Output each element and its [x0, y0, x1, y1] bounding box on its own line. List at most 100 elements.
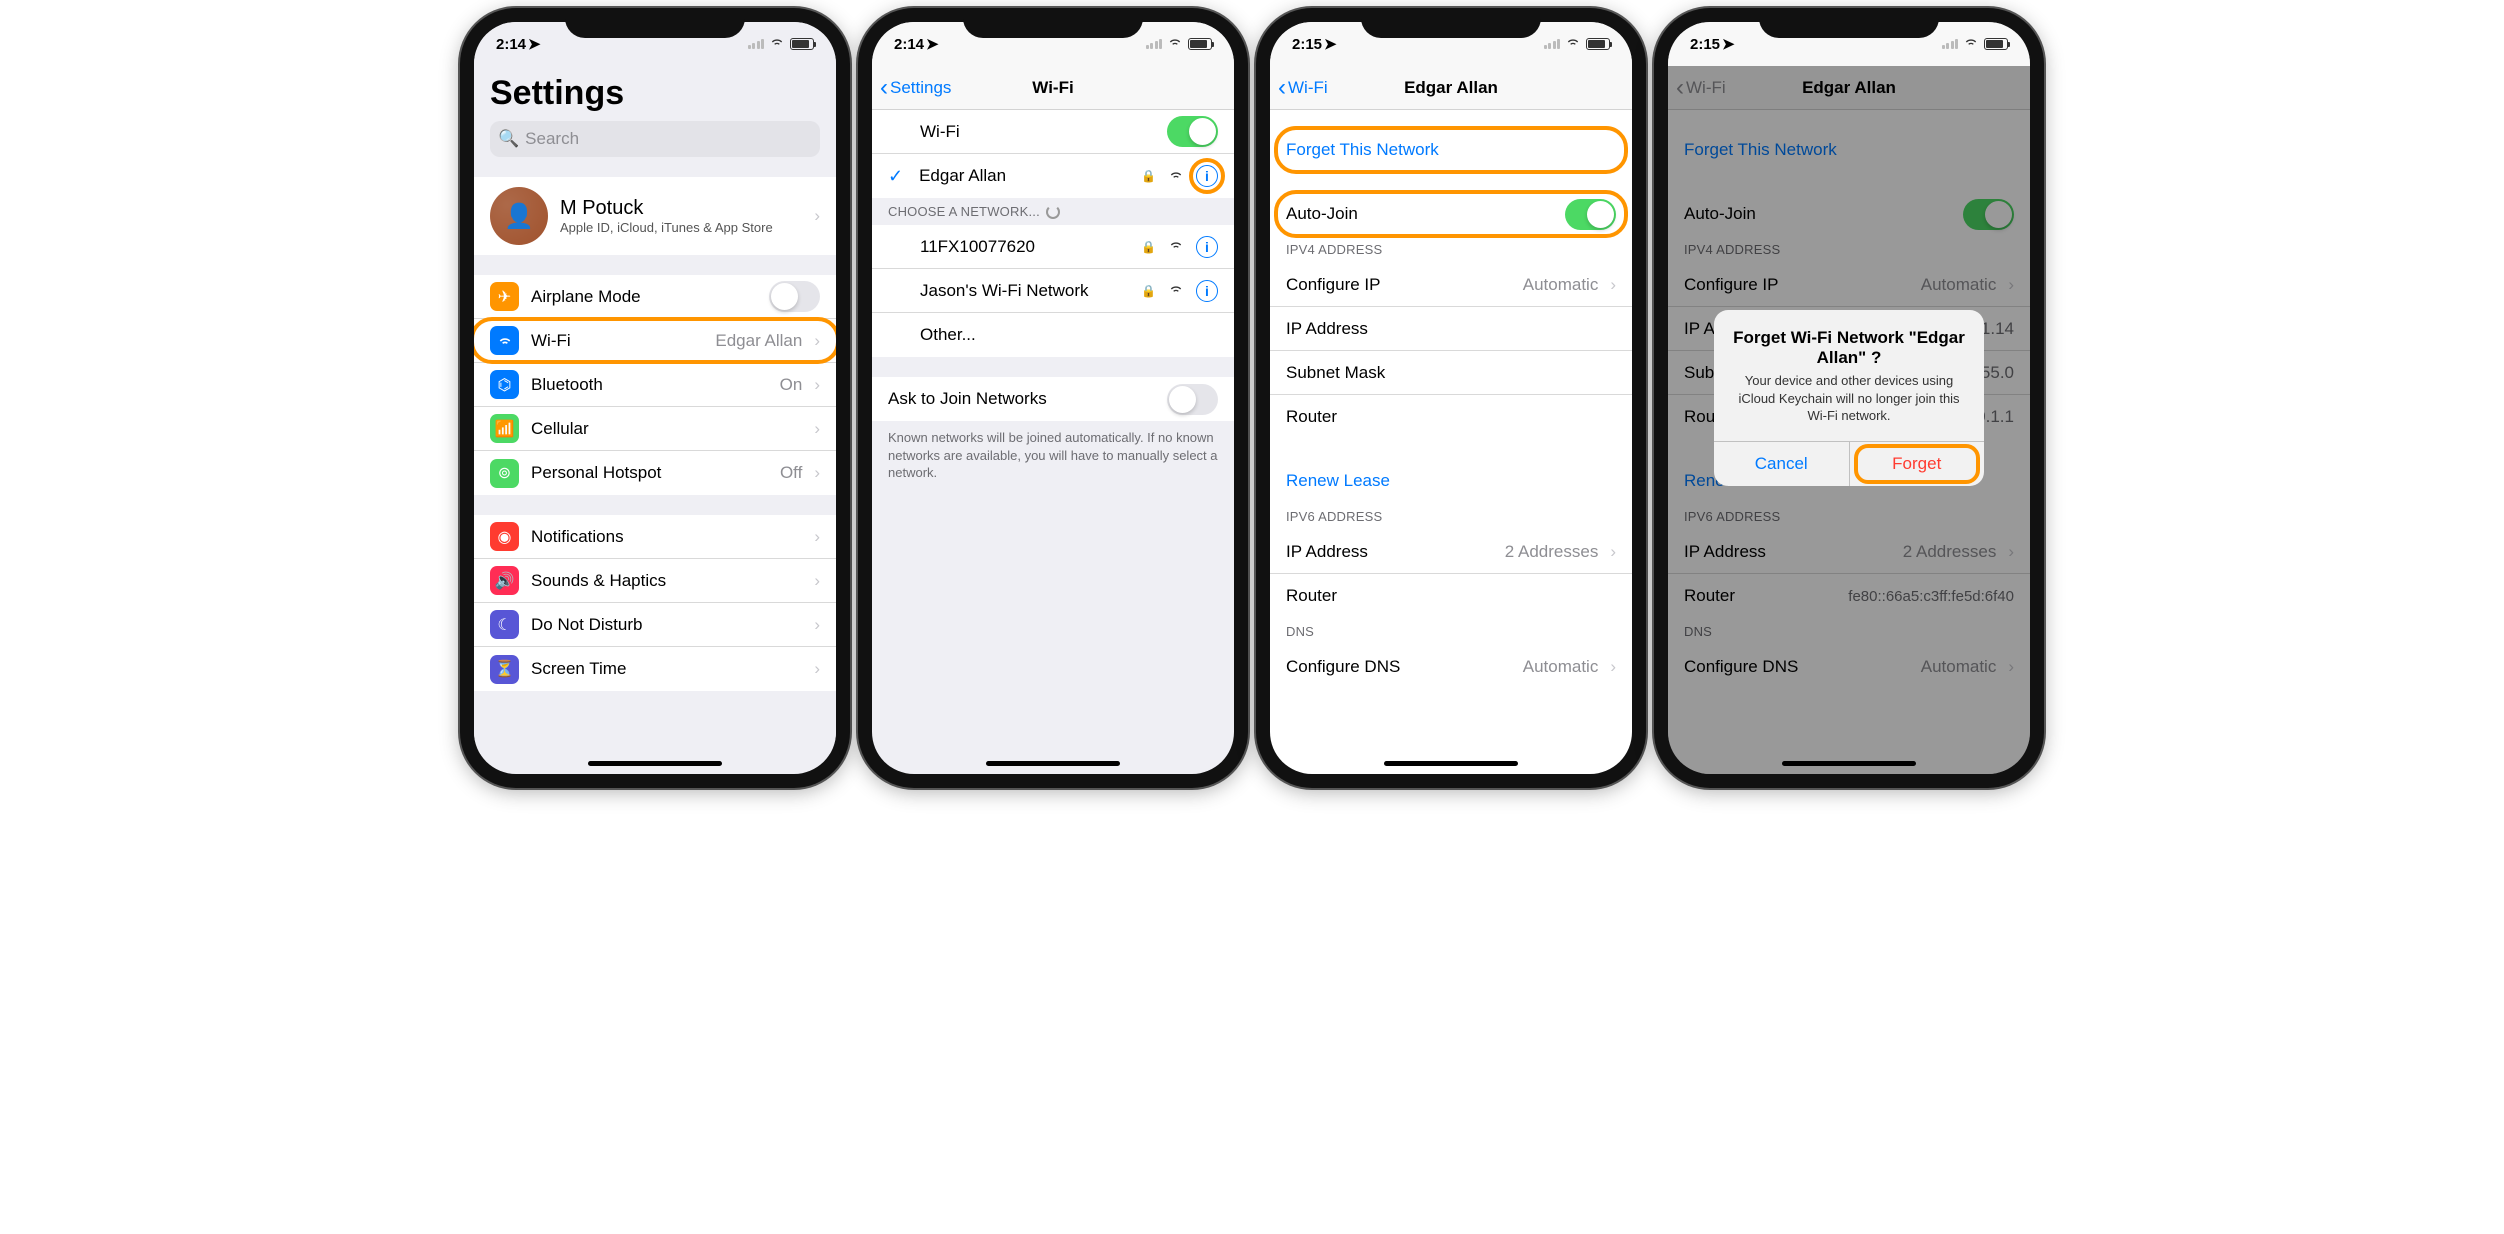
search-icon: 🔍	[498, 129, 519, 149]
cancel-button[interactable]: Cancel	[1714, 442, 1849, 486]
configure-dns-row[interactable]: Configure DNS Automatic ›	[1270, 645, 1632, 689]
chevron-right-icon: ›	[814, 571, 820, 591]
ask-switch[interactable]	[1167, 384, 1218, 415]
cellular-signal-icon	[1146, 39, 1163, 49]
airplane-icon: ✈︎	[490, 282, 519, 311]
notifications-icon: ◉	[490, 522, 519, 551]
wifi-strength-icon	[1168, 281, 1184, 300]
battery-icon	[1984, 38, 2008, 50]
chevron-right-icon: ›	[1610, 542, 1616, 562]
status-time: 2:15	[1292, 36, 1322, 53]
wifi-icon	[769, 34, 785, 54]
wifi-strength-icon	[1168, 237, 1184, 256]
info-button[interactable]: i	[1196, 236, 1218, 258]
chevron-right-icon: ›	[814, 206, 820, 226]
nav-title: Edgar Allan	[1404, 78, 1498, 98]
moon-icon: ☾	[490, 610, 519, 639]
ipv4-header: IPV4 ADDRESS	[1270, 236, 1632, 263]
home-indicator[interactable]	[1384, 761, 1518, 766]
profile-name: M Potuck	[560, 197, 802, 220]
alert-title: Forget Wi-Fi Network "Edgar Allan" ?	[1730, 328, 1968, 368]
home-indicator[interactable]	[1782, 761, 1916, 766]
wifi-icon	[490, 326, 519, 355]
ipv6-ip-row[interactable]: IP Address 2 Addresses ›	[1270, 530, 1632, 574]
cellular-signal-icon	[1544, 39, 1561, 49]
back-button[interactable]: ‹Wi-Fi	[1278, 76, 1328, 100]
alert-backdrop[interactable]: Forget Wi-Fi Network "Edgar Allan" ? You…	[1668, 22, 2030, 774]
battery-icon	[1586, 38, 1610, 50]
home-indicator[interactable]	[986, 761, 1120, 766]
chevron-left-icon: ‹	[880, 76, 888, 100]
page-title: Settings	[474, 66, 836, 121]
battery-icon	[1188, 38, 1212, 50]
sounds-row[interactable]: 🔊 Sounds & Haptics ›	[474, 559, 836, 603]
forget-alert: Forget Wi-Fi Network "Edgar Allan" ? You…	[1714, 310, 1984, 486]
ip-address-row: IP Address	[1270, 307, 1632, 351]
wifi-switch[interactable]	[1167, 116, 1218, 147]
connected-network-row[interactable]: ✓ Edgar Allan 🔒 i	[872, 154, 1234, 198]
search-input[interactable]: 🔍 Search	[490, 121, 820, 157]
dns-header: DNS	[1270, 618, 1632, 645]
wifi-icon	[1963, 34, 1979, 54]
wifi-toggle-row[interactable]: Wi-Fi	[872, 110, 1234, 154]
back-button[interactable]: ‹Settings	[880, 76, 951, 100]
cellular-icon: 📶	[490, 414, 519, 443]
airplane-mode-row[interactable]: ✈︎ Airplane Mode	[474, 275, 836, 319]
wifi-row[interactable]: Wi-Fi Edgar Allan ›	[474, 319, 836, 363]
network-row[interactable]: Jason's Wi-Fi Network 🔒 i	[872, 269, 1234, 313]
bluetooth-row[interactable]: ⌬ Bluetooth On ›	[474, 363, 836, 407]
profile-sub: Apple ID, iCloud, iTunes & App Store	[560, 220, 802, 235]
status-time: 2:14	[894, 36, 924, 53]
apple-id-row[interactable]: 👤 M Potuck Apple ID, iCloud, iTunes & Ap…	[474, 177, 836, 255]
ipv6-header: IPV6 ADDRESS	[1270, 503, 1632, 530]
airplane-switch[interactable]	[769, 281, 820, 312]
other-network-row[interactable]: Other...	[872, 313, 1234, 357]
chevron-left-icon: ‹	[1278, 76, 1286, 100]
ask-to-join-row[interactable]: Ask to Join Networks	[872, 377, 1234, 421]
network-row[interactable]: 11FX10077620 🔒 i	[872, 225, 1234, 269]
chevron-right-icon: ›	[1610, 657, 1616, 677]
chevron-right-icon: ›	[814, 375, 820, 395]
dnd-row[interactable]: ☾ Do Not Disturb ›	[474, 603, 836, 647]
avatar: 👤	[490, 187, 548, 245]
location-icon: ➤	[528, 35, 541, 53]
hotspot-row[interactable]: ⊚ Personal Hotspot Off ›	[474, 451, 836, 495]
chevron-right-icon: ›	[814, 419, 820, 439]
screentime-row[interactable]: ⏳ Screen Time ›	[474, 647, 836, 691]
forget-network-row[interactable]: Forget This Network	[1270, 128, 1632, 172]
hotspot-icon: ⊚	[490, 459, 519, 488]
hourglass-icon: ⏳	[490, 655, 519, 684]
chevron-right-icon: ›	[814, 463, 820, 483]
nav-bar: ‹Wi-Fi Edgar Allan	[1270, 66, 1632, 110]
lock-icon: 🔒	[1141, 240, 1156, 254]
info-button[interactable]: i	[1196, 280, 1218, 302]
wifi-value: Edgar Allan	[715, 331, 802, 351]
battery-icon	[790, 38, 814, 50]
autojoin-switch[interactable]	[1565, 199, 1616, 230]
cellular-signal-icon	[1942, 39, 1959, 49]
chevron-right-icon: ›	[814, 659, 820, 679]
renew-lease-row[interactable]: Renew Lease	[1270, 459, 1632, 503]
forget-button[interactable]: Forget	[1849, 442, 1985, 486]
bluetooth-icon: ⌬	[490, 370, 519, 399]
chevron-right-icon: ›	[814, 527, 820, 547]
configure-ip-row[interactable]: Configure IP Automatic ›	[1270, 263, 1632, 307]
wifi-icon	[1167, 34, 1183, 54]
home-indicator[interactable]	[588, 761, 722, 766]
search-placeholder: Search	[525, 129, 579, 149]
wifi-strength-icon	[1168, 167, 1184, 186]
cellular-row[interactable]: 📶 Cellular ›	[474, 407, 836, 451]
ipv6-router-row: Router	[1270, 574, 1632, 618]
notifications-row[interactable]: ◉ Notifications ›	[474, 515, 836, 559]
info-button[interactable]: i	[1196, 165, 1218, 187]
router-row: Router	[1270, 395, 1632, 439]
lock-icon: 🔒	[1141, 169, 1156, 183]
status-time: 2:15	[1690, 36, 1720, 53]
nav-bar: ‹Settings Wi-Fi	[872, 66, 1234, 110]
ask-footer: Known networks will be joined automatica…	[872, 421, 1234, 490]
autojoin-row[interactable]: Auto-Join	[1270, 192, 1632, 236]
choose-network-header: CHOOSE A NETWORK...	[872, 198, 1234, 225]
wifi-icon	[1565, 34, 1581, 54]
chevron-right-icon: ›	[814, 331, 820, 351]
checkmark-icon: ✓	[888, 166, 903, 187]
